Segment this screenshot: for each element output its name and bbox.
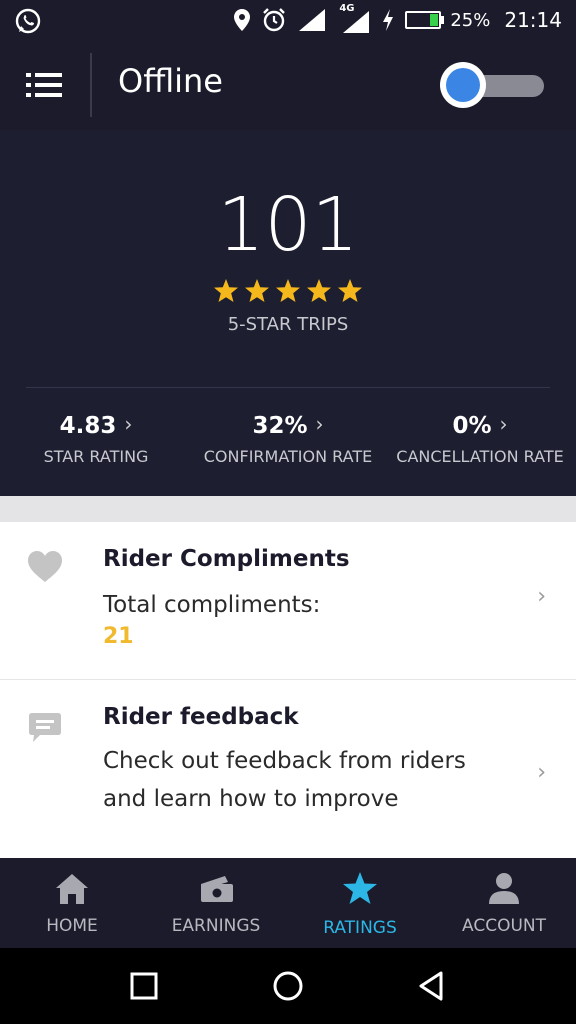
star-icon bbox=[343, 872, 377, 904]
chevron-right-icon: › bbox=[124, 412, 133, 436]
star-icon bbox=[245, 279, 269, 302]
confirmation-rate-label: CONFIRMATION RATE bbox=[203, 447, 373, 466]
bottom-navigation: HOME EARNINGS RATINGS ACCOUNT bbox=[0, 858, 576, 948]
heart-icon bbox=[26, 548, 64, 586]
star-rating-value: 4.83 bbox=[59, 413, 117, 439]
compliments-count: 21 bbox=[103, 624, 134, 649]
back-icon[interactable] bbox=[414, 968, 450, 1004]
rider-feedback-card[interactable]: Rider feedback Check out feedback from r… bbox=[0, 680, 576, 858]
app-bar: Offline bbox=[0, 40, 576, 130]
home-circle-icon[interactable] bbox=[270, 968, 306, 1004]
five-star-trips-caption: 5-STAR TRIPS bbox=[227, 314, 349, 335]
star-rating-metric[interactable]: 4.83 › STAR RATING bbox=[0, 412, 192, 466]
signal-icon bbox=[297, 7, 327, 33]
chevron-right-icon: › bbox=[537, 584, 546, 609]
chevron-right-icon: › bbox=[315, 412, 324, 436]
toggle-knob[interactable] bbox=[440, 62, 486, 108]
card-title: Rider Compliments bbox=[103, 546, 350, 572]
card-description: Total compliments: bbox=[103, 592, 321, 618]
whatsapp-icon bbox=[14, 7, 42, 35]
earnings-icon bbox=[201, 876, 233, 902]
clock: 21:14 bbox=[504, 8, 562, 32]
status-bar: 4G 25% 21:14 bbox=[0, 0, 576, 40]
nav-account[interactable]: ACCOUNT bbox=[432, 858, 576, 948]
nav-label: EARNINGS bbox=[171, 916, 261, 936]
confirmation-rate-metric[interactable]: 32% › CONFIRMATION RATE bbox=[192, 412, 384, 466]
online-toggle[interactable] bbox=[440, 62, 546, 108]
charging-icon bbox=[381, 8, 395, 32]
lte-signal-icon: 4G bbox=[337, 3, 371, 35]
system-navigation-bar bbox=[0, 948, 576, 1024]
nav-label: RATINGS bbox=[323, 918, 397, 938]
star-icon bbox=[276, 279, 300, 302]
star-row bbox=[0, 278, 576, 304]
star-rating-label: STAR RATING bbox=[43, 447, 149, 466]
chevron-right-icon: › bbox=[499, 412, 508, 436]
star-icon bbox=[338, 279, 362, 302]
location-icon bbox=[233, 8, 251, 32]
ratings-summary: 101 5-STAR TRIPS 4.83 › STAR RATING 32% › … bbox=[0, 130, 576, 496]
network-type-label: 4G bbox=[339, 3, 355, 14]
section-separator bbox=[0, 496, 576, 522]
nav-home[interactable]: HOME bbox=[0, 858, 144, 948]
recents-icon[interactable] bbox=[126, 968, 162, 1004]
home-icon bbox=[56, 874, 88, 904]
alarm-icon bbox=[261, 7, 287, 33]
driver-status-title: Offline bbox=[118, 62, 223, 100]
speech-bubble-icon bbox=[26, 710, 64, 748]
account-icon bbox=[489, 873, 519, 904]
cancellation-rate-metric[interactable]: 0% › CANCELLATION RATE bbox=[384, 412, 576, 466]
cancellation-rate-value: 0% bbox=[452, 413, 492, 439]
nav-label: HOME bbox=[46, 916, 98, 936]
cancellation-rate-label: CANCELLATION RATE bbox=[396, 447, 564, 466]
divider bbox=[26, 387, 550, 388]
five-star-trips-count: 101 bbox=[217, 182, 359, 268]
menu-icon[interactable] bbox=[24, 70, 64, 100]
nav-label: ACCOUNT bbox=[462, 916, 546, 936]
app-bar-divider bbox=[90, 53, 92, 117]
nav-ratings[interactable]: RATINGS bbox=[288, 858, 432, 948]
ratings-cards: Rider Compliments Total compliments: 21 … bbox=[0, 522, 576, 858]
star-icon bbox=[307, 279, 331, 302]
card-title: Rider feedback bbox=[103, 704, 299, 730]
chevron-right-icon: › bbox=[537, 760, 546, 785]
confirmation-rate-value: 32% bbox=[252, 413, 308, 439]
battery-percent: 25% bbox=[450, 9, 491, 31]
nav-earnings[interactable]: EARNINGS bbox=[144, 858, 288, 948]
rider-compliments-card[interactable]: Rider Compliments Total compliments: 21 … bbox=[0, 522, 576, 680]
card-description: Check out feedback from riders and learn… bbox=[103, 748, 466, 812]
star-icon bbox=[214, 279, 238, 302]
battery-icon: 25% bbox=[405, 10, 490, 31]
